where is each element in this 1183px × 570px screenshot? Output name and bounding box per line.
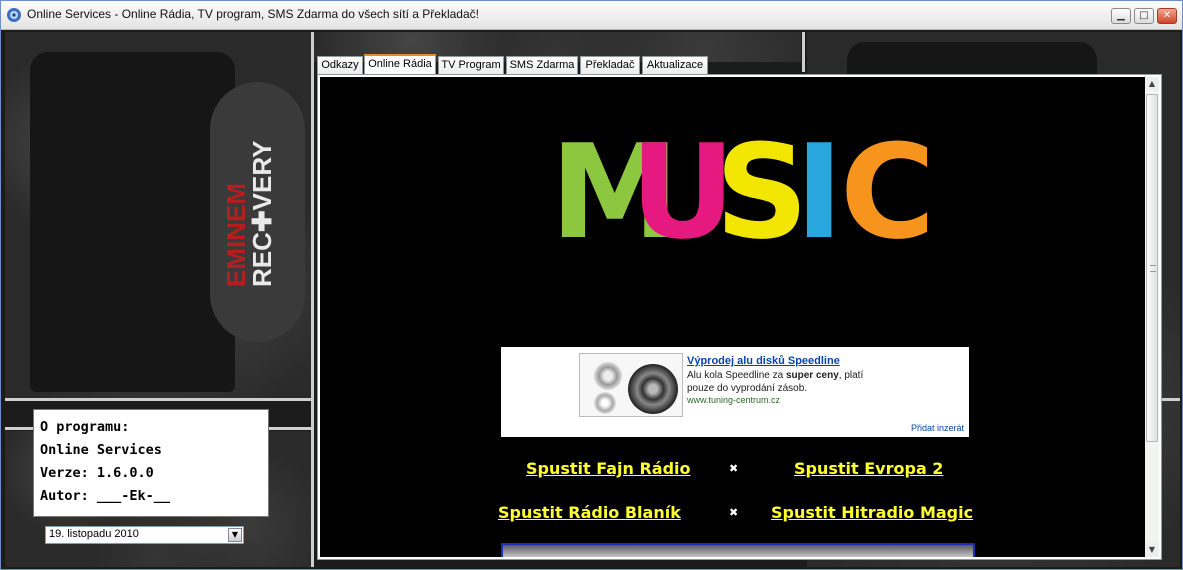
start-evropa2-link[interactable]: Spustit Evropa 2 bbox=[794, 459, 943, 478]
shirt-text-eminem: EMINEM bbox=[221, 183, 251, 287]
minimize-button[interactable]: ▁ bbox=[1111, 8, 1131, 24]
chevron-down-icon[interactable]: ▼ bbox=[228, 528, 242, 542]
title-bar[interactable]: Online Services - Online Rádia, TV progr… bbox=[1, 1, 1182, 30]
tab-prekladac[interactable]: Překladač bbox=[580, 56, 640, 74]
embedded-image-frame bbox=[501, 543, 975, 557]
ad-headline[interactable]: Výprodej alu disků Speedline bbox=[687, 355, 840, 367]
separator-icon: ✖ bbox=[729, 462, 739, 475]
wheel-image bbox=[594, 362, 622, 390]
start-fajn-radio-link[interactable]: Spustit Fajn Rádio bbox=[526, 459, 691, 478]
wheel-image bbox=[628, 364, 678, 414]
about-box: O programu: Online Services Verze: 1.6.0… bbox=[33, 409, 269, 517]
vertical-scrollbar[interactable]: ▲ ▼ bbox=[1145, 77, 1159, 557]
app-name: Online Services bbox=[40, 442, 162, 458]
start-hitradio-magic-link[interactable]: Spustit Hitradio Magic bbox=[771, 503, 973, 522]
ad-banner[interactable]: Výprodej alu disků Speedline Alu kola Sp… bbox=[501, 347, 969, 437]
ad-body-text: Alu kola Speedline za bbox=[687, 370, 786, 381]
ad-body-bold: super ceny bbox=[785, 370, 839, 381]
scroll-thumb[interactable] bbox=[1146, 94, 1158, 442]
maximize-button[interactable]: □ bbox=[1134, 8, 1154, 24]
minimize-icon: ▁ bbox=[1117, 10, 1125, 21]
start-radio-blanik-link[interactable]: Spustit Rádio Blaník bbox=[498, 503, 681, 522]
banner-letter: C bbox=[840, 116, 935, 268]
banner-letter: S bbox=[715, 116, 809, 268]
ad-url[interactable]: www.tuning-centrum.cz bbox=[687, 395, 780, 405]
grip-icon bbox=[1150, 265, 1156, 272]
about-heading: O programu: bbox=[40, 419, 130, 435]
tile-divider bbox=[5, 398, 311, 401]
tab-sms-zdarma[interactable]: SMS Zdarma bbox=[506, 56, 578, 74]
banner-letter: I bbox=[795, 116, 843, 268]
tile-divider bbox=[802, 32, 805, 72]
shirt-text-recovery: REC✚VERY bbox=[247, 140, 277, 287]
ad-body: Alu kola Speedline za super ceny, platí … bbox=[687, 369, 887, 395]
app-icon bbox=[7, 8, 21, 22]
web-viewport[interactable]: M U S I C Výprodej alu disků Speedline A… bbox=[320, 77, 1146, 557]
app-author: Autor: ___-Ek-__ bbox=[40, 488, 171, 504]
scroll-up-icon[interactable]: ▲ bbox=[1145, 77, 1159, 91]
add-ad-link[interactable]: Přidat inzerát bbox=[911, 423, 964, 433]
tab-odkazy[interactable]: Odkazy bbox=[317, 56, 363, 74]
ad-image[interactable] bbox=[579, 353, 683, 417]
music-banner: M U S I C bbox=[550, 116, 935, 317]
date-picker[interactable]: 19. listopadu 2010 ▼ bbox=[45, 526, 244, 544]
maximize-icon: □ bbox=[1139, 10, 1149, 21]
tab-online-radia[interactable]: Online Rádia bbox=[364, 54, 436, 75]
separator-icon: ✖ bbox=[729, 506, 739, 519]
tab-aktualizace[interactable]: Aktualizace bbox=[642, 56, 708, 74]
close-icon: ✕ bbox=[1162, 10, 1172, 21]
tab-page: M U S I C Výprodej alu disků Speedline A… bbox=[317, 74, 1162, 560]
app-version: Verze: 1.6.0.0 bbox=[40, 465, 154, 481]
shirt-text-block: EMINEM REC✚VERY bbox=[221, 140, 277, 287]
date-value: 19. listopadu 2010 bbox=[49, 528, 139, 540]
shirt-shape bbox=[30, 52, 235, 392]
close-button[interactable]: ✕ bbox=[1157, 8, 1177, 24]
window-title: Online Services - Online Rádia, TV progr… bbox=[27, 7, 479, 21]
background-shirt-image: EMINEM REC✚VERY bbox=[5, 32, 311, 398]
wheel-image bbox=[594, 392, 616, 414]
tile-divider bbox=[311, 32, 314, 567]
tab-tv-program[interactable]: TV Program bbox=[438, 56, 504, 74]
scroll-down-icon[interactable]: ▼ bbox=[1145, 543, 1159, 557]
app-window: Online Services - Online Rádia, TV progr… bbox=[0, 0, 1183, 570]
